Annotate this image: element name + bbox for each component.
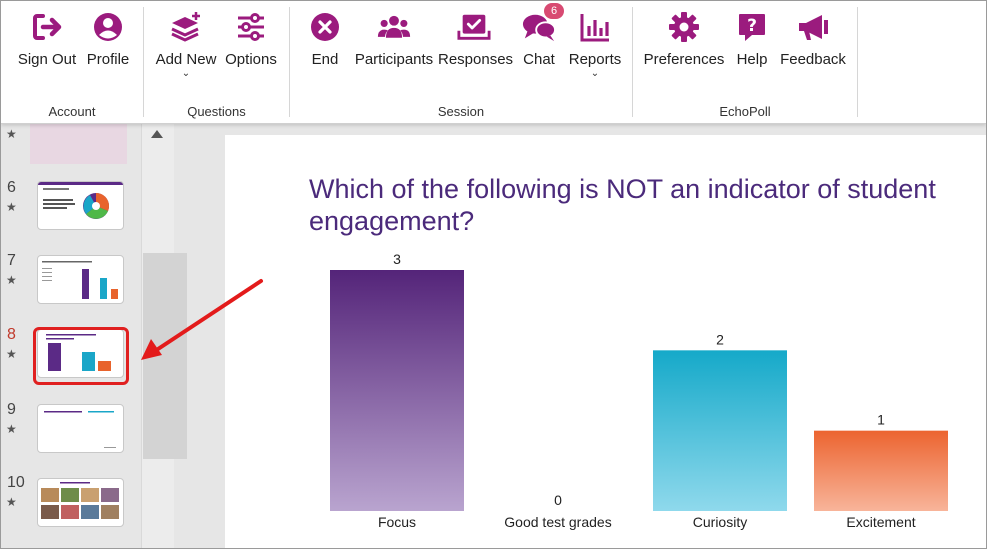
end-label: End (311, 51, 339, 68)
participants-button[interactable]: Participants (354, 9, 434, 68)
add-new-label: Add New (155, 51, 217, 68)
slide-thumbnail-9[interactable] (37, 404, 124, 453)
star-icon: ★ (6, 495, 17, 509)
add-new-dropdown-icon[interactable]: ⌄ (154, 69, 218, 79)
annotation-arrow (141, 279, 263, 360)
help-icon: ? (735, 9, 769, 45)
star-icon: ★ (6, 200, 17, 214)
chat-badge: 6 (544, 3, 564, 19)
account-group-label: Account (48, 104, 96, 119)
slide-number: 8 (7, 326, 16, 343)
help-label: Help (736, 51, 768, 68)
questions-group: Add New ⌄ Options Questions (144, 1, 289, 123)
star-icon: ★ (6, 422, 17, 436)
slide-number: 6 (7, 179, 16, 196)
sign-out-icon (30, 9, 64, 45)
data-label: 2 (716, 331, 724, 347)
reports-icon (578, 9, 612, 45)
slide-number: 10 (7, 474, 25, 491)
add-new-icon (169, 9, 203, 45)
preferences-button[interactable]: Preferences (643, 9, 725, 68)
end-icon (308, 9, 342, 45)
slide-thumbnail-7[interactable] (37, 255, 124, 304)
results-bar-chart: 3 Focus 0 Good test grades 2 Curiosity 1 Excite… (330, 251, 948, 530)
slide-thumbnail-6[interactable] (37, 181, 124, 230)
profile-button[interactable]: Profile (85, 9, 131, 68)
options-button[interactable]: Options (222, 9, 280, 68)
add-new-button[interactable]: Add New ⌄ (154, 9, 218, 79)
chat-icon: 6 (522, 3, 564, 45)
selected-slide-highlight (33, 327, 129, 385)
ribbon-separator (857, 7, 858, 117)
options-label: Options (225, 51, 277, 68)
options-icon (234, 9, 268, 45)
responses-icon (457, 9, 491, 45)
responses-label: Responses (438, 51, 514, 68)
data-label: 1 (877, 412, 885, 428)
profile-icon (91, 9, 125, 45)
participants-icon (377, 9, 411, 45)
ribbon-toolbar: Sign Out Profile Account Add New ⌄ Optio… (1, 1, 986, 124)
account-group: Sign Out Profile Account (1, 1, 143, 123)
preferences-label: Preferences (643, 51, 725, 68)
end-button[interactable]: End (304, 9, 346, 68)
app-window: Sign Out Profile Account Add New ⌄ Optio… (0, 0, 987, 549)
help-button[interactable]: ? Help (733, 9, 771, 68)
star-icon: ★ (6, 127, 17, 141)
slide-canvas: Which of the following is NOT an indicat… (225, 135, 986, 548)
star-icon: ★ (6, 347, 17, 361)
slide-thumbnail-partial[interactable] (30, 124, 127, 164)
slide-thumbnails-pane: ★ 6 ★ 7 ★ 8 ★ 9 ★ 10 ★ (1, 124, 141, 548)
echopoll-group: Preferences ? Help Feedback EchoPoll (633, 1, 857, 123)
slide-thumbnail-10[interactable] (37, 478, 124, 527)
reports-label: Reports (568, 51, 622, 68)
category-label: Excitement (846, 514, 915, 530)
bar-curiosity (653, 350, 787, 511)
data-label: 0 (554, 492, 562, 508)
data-label: 3 (393, 251, 401, 267)
feedback-icon (796, 9, 830, 45)
responses-button[interactable]: Responses (438, 9, 514, 68)
slide-number: 7 (7, 252, 16, 269)
participants-label: Participants (354, 51, 434, 68)
session-group-label: Session (437, 104, 485, 119)
sign-out-button[interactable]: Sign Out (17, 9, 77, 68)
reports-button[interactable]: Reports ⌄ (566, 9, 624, 79)
echopoll-group-label: EchoPoll (719, 104, 771, 119)
feedback-label: Feedback (780, 51, 846, 68)
chat-button[interactable]: 6 Chat (520, 3, 564, 68)
session-group: End Participants Responses 6 Chat Report… (290, 1, 632, 123)
bar-focus (330, 270, 464, 511)
star-icon: ★ (6, 273, 17, 287)
category-label: Good test grades (504, 514, 611, 530)
questions-group-label: Questions (187, 104, 246, 119)
preferences-icon (667, 9, 701, 45)
profile-label: Profile (86, 51, 130, 68)
scroll-up-arrow-icon[interactable] (151, 130, 163, 138)
chat-label: Chat (523, 51, 555, 68)
category-label: Focus (378, 514, 416, 530)
category-label: Curiosity (693, 514, 747, 530)
slide-number: 9 (7, 401, 16, 418)
bar-excitement (814, 430, 948, 511)
svg-text:?: ? (747, 16, 757, 36)
sign-out-label: Sign Out (17, 51, 77, 68)
feedback-button[interactable]: Feedback (779, 9, 847, 68)
reports-dropdown-icon[interactable]: ⌄ (566, 69, 624, 79)
